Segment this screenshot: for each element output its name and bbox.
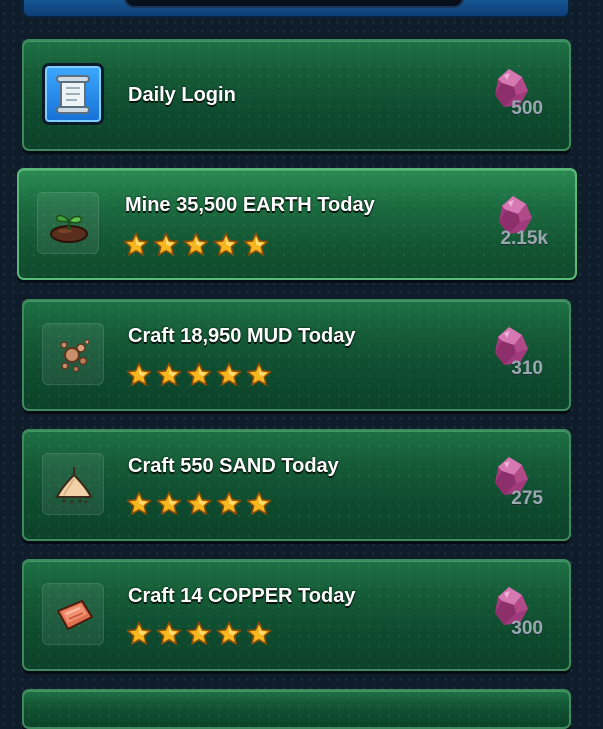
- star-icon: [126, 362, 152, 388]
- quest-card[interactable]: Mine 35,500 EARTH Today 2.15k: [17, 168, 577, 280]
- star-icon: [156, 491, 182, 517]
- reward-amount: 275: [511, 488, 543, 509]
- reward-amount: 310: [511, 358, 543, 379]
- star-icon: [246, 362, 272, 388]
- scroll-icon: [42, 63, 104, 125]
- previous-panel-inset: [124, 0, 464, 8]
- quest-title: Craft 18,950 MUD Today: [128, 325, 356, 347]
- quest-card[interactable]: Craft 550 SAND Today 275: [22, 429, 571, 541]
- star-icon: [126, 621, 152, 647]
- reward-amount: 2.15k: [500, 228, 548, 249]
- star-icon: [156, 362, 182, 388]
- quest-card[interactable]: [22, 689, 571, 729]
- star-icon: [183, 232, 209, 258]
- star-rating: [126, 621, 272, 647]
- earth-sprout-icon: [37, 192, 99, 254]
- copper-ingot-icon: [42, 583, 104, 645]
- star-icon: [243, 232, 269, 258]
- quest-card[interactable]: Craft 14 COPPER Today 300: [22, 559, 571, 671]
- star-icon: [216, 621, 242, 647]
- star-icon: [246, 621, 272, 647]
- star-icon: [216, 491, 242, 517]
- quest-title: Craft 14 COPPER Today: [128, 585, 356, 607]
- star-icon: [246, 491, 272, 517]
- star-rating: [126, 362, 272, 388]
- previous-panel: [22, 0, 570, 18]
- reward-amount: 300: [511, 618, 543, 639]
- star-icon: [126, 491, 152, 517]
- reward-amount: 500: [511, 98, 543, 119]
- mud-splash-icon: [42, 323, 104, 385]
- star-rating: [123, 232, 269, 258]
- star-icon: [186, 491, 212, 517]
- star-icon: [213, 232, 239, 258]
- quest-card[interactable]: Craft 18,950 MUD Today 310: [22, 299, 571, 411]
- star-rating: [126, 491, 272, 517]
- star-icon: [216, 362, 242, 388]
- quest-title: Mine 35,500 EARTH Today: [125, 194, 375, 216]
- star-icon: [186, 621, 212, 647]
- quest-card[interactable]: Daily Login 500: [22, 39, 571, 151]
- star-icon: [186, 362, 212, 388]
- quest-title: Daily Login: [128, 84, 236, 106]
- star-icon: [123, 232, 149, 258]
- quest-title: Craft 550 SAND Today: [128, 455, 339, 477]
- star-icon: [156, 621, 182, 647]
- sand-pile-icon: [42, 453, 104, 515]
- star-icon: [153, 232, 179, 258]
